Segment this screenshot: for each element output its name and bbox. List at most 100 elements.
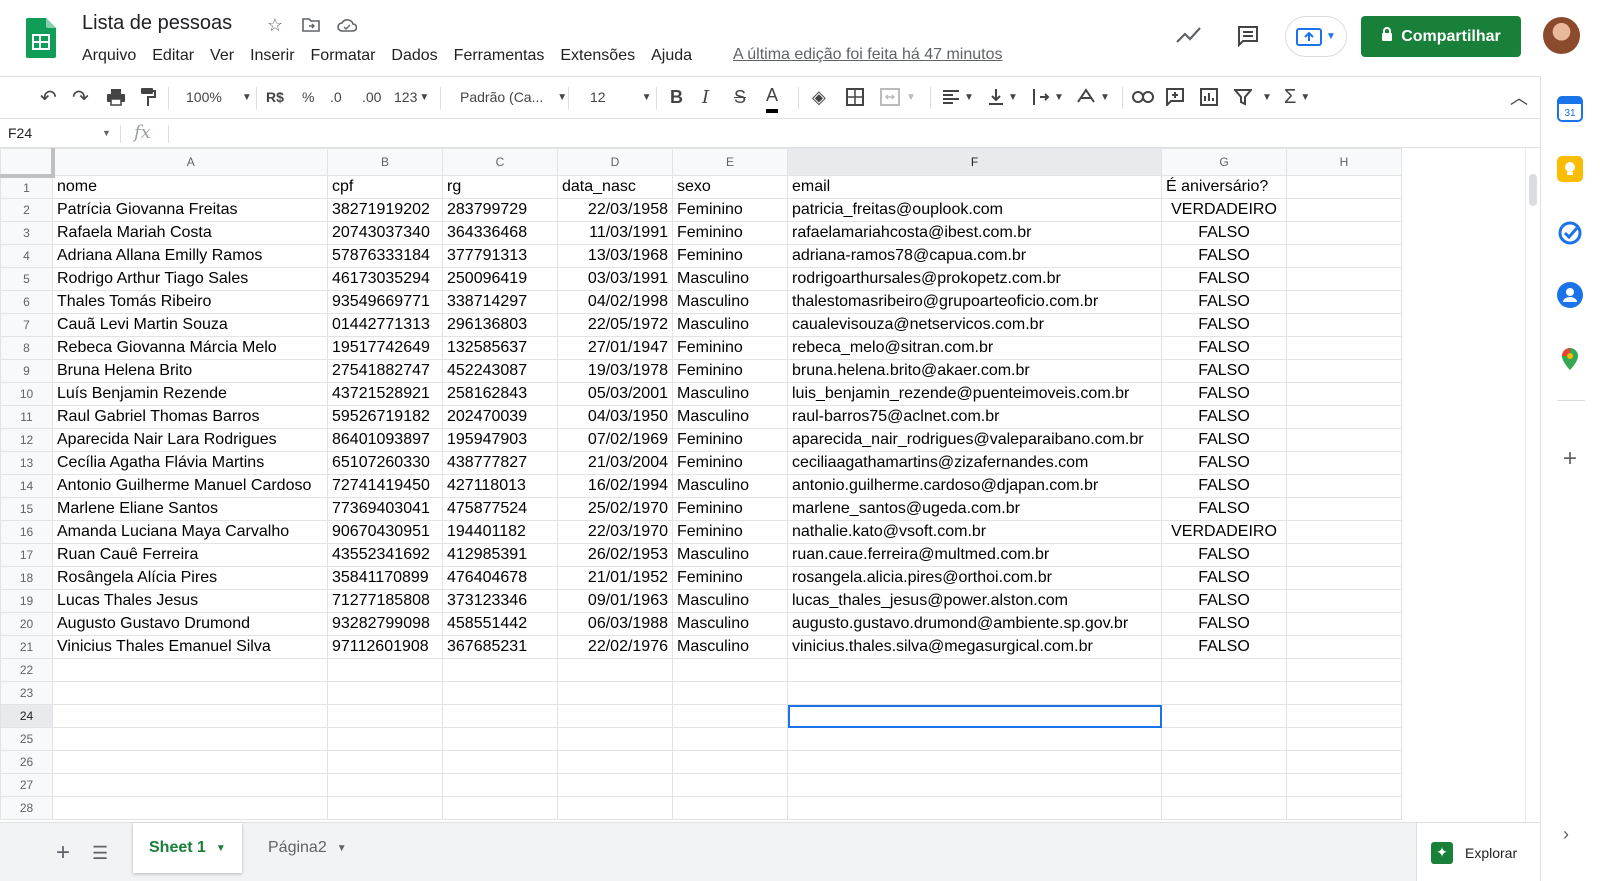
grid-cell[interactable]: 43721528921 bbox=[327, 382, 443, 406]
row-header[interactable]: 6 bbox=[0, 290, 53, 314]
row-header[interactable]: 21 bbox=[0, 635, 53, 659]
row-header[interactable]: 7 bbox=[0, 313, 53, 337]
grid-cell[interactable]: email bbox=[787, 175, 1162, 199]
menu-dados[interactable]: Dados bbox=[383, 46, 445, 66]
text-rotation-icon[interactable]: ▼ bbox=[1076, 77, 1110, 117]
grid-cell[interactable] bbox=[1286, 474, 1402, 498]
grid-cell[interactable]: FALSO bbox=[1161, 497, 1287, 521]
grid-cell[interactable] bbox=[1286, 198, 1402, 222]
grid-cell[interactable] bbox=[1286, 566, 1402, 590]
grid-cell[interactable] bbox=[1161, 796, 1287, 820]
grid-cell[interactable] bbox=[1286, 727, 1402, 751]
grid-cell[interactable]: 22/02/1976 bbox=[557, 635, 673, 659]
grid-cell[interactable]: 338714297 bbox=[442, 290, 558, 314]
grid-cell[interactable]: 194401182 bbox=[442, 520, 558, 544]
grid-cell[interactable]: sexo bbox=[672, 175, 788, 199]
grid-cell[interactable] bbox=[787, 704, 1162, 728]
grid-cell[interactable] bbox=[1161, 750, 1287, 774]
grid-cell[interactable]: Masculino bbox=[672, 382, 788, 406]
row-header[interactable]: 4 bbox=[0, 244, 53, 268]
row-header[interactable]: 8 bbox=[0, 336, 53, 360]
menu-ajuda[interactable]: Ajuda bbox=[643, 46, 700, 66]
grid-cell[interactable]: 90670430951 bbox=[327, 520, 443, 544]
grid-cell[interactable]: thalestomasribeiro@grupoarteoficio.com.b… bbox=[787, 290, 1162, 314]
column-header-b[interactable]: B bbox=[327, 148, 443, 176]
grid-cell[interactable]: Marlene Eliane Santos bbox=[52, 497, 328, 521]
grid-cell[interactable]: 458551442 bbox=[442, 612, 558, 636]
formula-input[interactable] bbox=[176, 121, 1516, 147]
scrollbar-thumb[interactable] bbox=[1529, 174, 1537, 206]
grid-cell[interactable]: 03/03/1991 bbox=[557, 267, 673, 291]
grid-cell[interactable] bbox=[52, 727, 328, 751]
grid-cell[interactable] bbox=[327, 658, 443, 682]
grid-cell[interactable]: 367685231 bbox=[442, 635, 558, 659]
grid-cell[interactable]: Vinicius Thales Emanuel Silva bbox=[52, 635, 328, 659]
grid-cell[interactable]: FALSO bbox=[1161, 451, 1287, 475]
grid-cell[interactable] bbox=[52, 704, 328, 728]
grid-cell[interactable] bbox=[787, 658, 1162, 682]
grid-cell[interactable]: 43552341692 bbox=[327, 543, 443, 567]
grid-cell[interactable]: nathalie.kato@vsoft.com.br bbox=[787, 520, 1162, 544]
tab-pagina2[interactable]: Página2 ▼ bbox=[252, 823, 363, 873]
grid-cell[interactable]: Rosângela Alícia Pires bbox=[52, 566, 328, 590]
grid-cell[interactable]: FALSO bbox=[1161, 244, 1287, 268]
paint-format-icon[interactable] bbox=[140, 77, 156, 117]
grid-cell[interactable] bbox=[1286, 290, 1402, 314]
grid-cell[interactable]: 72741419450 bbox=[327, 474, 443, 498]
tasks-icon[interactable] bbox=[1557, 220, 1583, 246]
add-sheet-icon[interactable]: + bbox=[56, 839, 70, 867]
functions-icon[interactable]: Σ ▼ bbox=[1284, 77, 1310, 117]
grid-cell[interactable]: 21/03/2004 bbox=[557, 451, 673, 475]
row-header[interactable]: 15 bbox=[0, 497, 53, 521]
grid-cell[interactable]: Masculino bbox=[672, 290, 788, 314]
row-header[interactable]: 14 bbox=[0, 474, 53, 498]
document-title[interactable]: Lista de pessoas bbox=[82, 12, 232, 35]
grid-cell[interactable]: Feminino bbox=[672, 221, 788, 245]
move-folder-icon[interactable] bbox=[300, 14, 322, 36]
grid-cell[interactable] bbox=[1161, 681, 1287, 705]
row-header[interactable]: 22 bbox=[0, 658, 53, 682]
horizontal-align-icon[interactable]: ▼ bbox=[942, 77, 974, 117]
grid-cell[interactable]: 19/03/1978 bbox=[557, 359, 673, 383]
grid-cell[interactable]: FALSO bbox=[1161, 635, 1287, 659]
font-size-select[interactable]: 12 ▼ bbox=[590, 77, 651, 117]
vertical-align-icon[interactable]: ▼ bbox=[988, 77, 1018, 117]
grid-cell[interactable]: 296136803 bbox=[442, 313, 558, 337]
grid-cell[interactable]: Augusto Gustavo Drumond bbox=[52, 612, 328, 636]
grid-cell[interactable]: Feminino bbox=[672, 566, 788, 590]
grid-cell[interactable] bbox=[327, 796, 443, 820]
text-wrap-icon[interactable]: ▼ bbox=[1032, 77, 1064, 117]
grid-cell[interactable] bbox=[1286, 267, 1402, 291]
menu-editar[interactable]: Editar bbox=[144, 46, 202, 66]
grid-cell[interactable] bbox=[787, 773, 1162, 797]
percent-format-button[interactable]: % bbox=[302, 77, 314, 117]
grid-cell[interactable]: 46173035294 bbox=[327, 267, 443, 291]
grid-cell[interactable] bbox=[327, 773, 443, 797]
grid-cell[interactable]: Feminino bbox=[672, 451, 788, 475]
grid-cell[interactable]: FALSO bbox=[1161, 474, 1287, 498]
grid-cell[interactable]: VERDADEIRO bbox=[1161, 198, 1287, 222]
row-header[interactable]: 11 bbox=[0, 405, 53, 429]
grid-cell[interactable]: 20743037340 bbox=[327, 221, 443, 245]
chevron-down-icon[interactable]: ▼ bbox=[102, 128, 111, 138]
column-header-f[interactable]: F bbox=[787, 148, 1162, 176]
grid-cell[interactable] bbox=[442, 796, 558, 820]
insert-chart-icon[interactable] bbox=[1200, 77, 1218, 117]
grid-cell[interactable] bbox=[1286, 612, 1402, 636]
grid-cell[interactable]: FALSO bbox=[1161, 221, 1287, 245]
grid-cell[interactable]: 250096419 bbox=[442, 267, 558, 291]
grid-cell[interactable]: augusto.gustavo.drumond@ambiente.sp.gov.… bbox=[787, 612, 1162, 636]
grid-cell[interactable]: 25/02/1970 bbox=[557, 497, 673, 521]
grid-cell[interactable] bbox=[52, 750, 328, 774]
grid-cell[interactable]: Rafaela Mariah Costa bbox=[52, 221, 328, 245]
grid-cell[interactable]: 202470039 bbox=[442, 405, 558, 429]
grid-cell[interactable] bbox=[442, 658, 558, 682]
row-header[interactable]: 20 bbox=[0, 612, 53, 636]
grid-cell[interactable]: FALSO bbox=[1161, 589, 1287, 613]
row-header[interactable]: 27 bbox=[0, 773, 53, 797]
share-button[interactable]: Compartilhar bbox=[1361, 16, 1521, 57]
grid-cell[interactable] bbox=[1161, 658, 1287, 682]
contacts-icon[interactable] bbox=[1557, 282, 1583, 308]
grid-cell[interactable]: luis_benjamin_rezende@puenteimoveis.com.… bbox=[787, 382, 1162, 406]
grid-cell[interactable]: 258162843 bbox=[442, 382, 558, 406]
